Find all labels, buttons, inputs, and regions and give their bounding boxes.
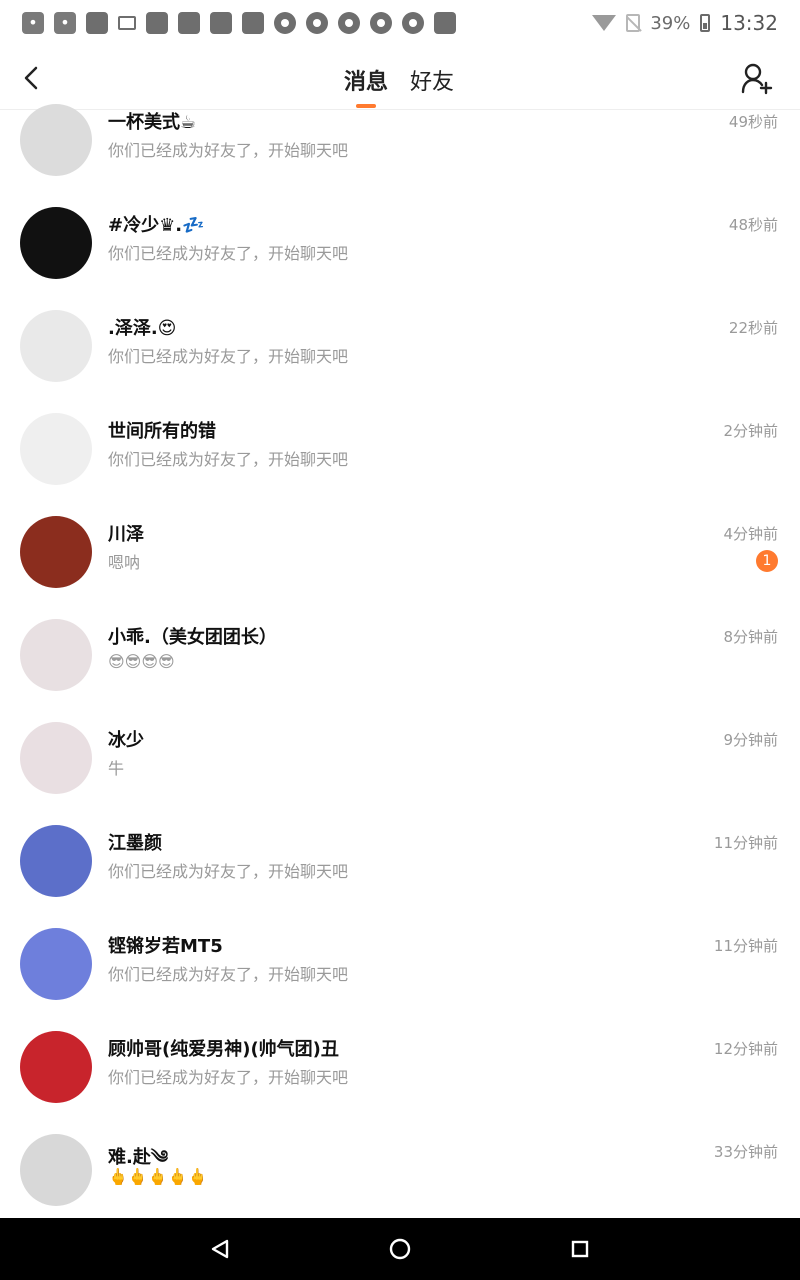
- triangle-back-icon: [211, 1239, 229, 1259]
- avatar[interactable]: [20, 207, 92, 279]
- chat-time: 48秒前: [728, 216, 778, 234]
- app-notification-icon: [242, 12, 264, 34]
- chat-row[interactable]: 一杯美式☕ 你们已经成为好友了，开始聊天吧 49秒前: [0, 104, 800, 207]
- chevron-left-icon: [24, 66, 38, 90]
- chat-preview: 😎😎😎😎: [108, 652, 175, 671]
- battery-percent: 39%: [650, 12, 691, 34]
- chat-name: 一杯美式☕: [108, 112, 197, 133]
- add-user-icon: [741, 63, 773, 95]
- square-recents-icon: [571, 1240, 589, 1258]
- nav-recents-button[interactable]: [560, 1229, 600, 1269]
- sim-card-icon: [118, 16, 136, 30]
- chat-time: 12分钟前: [713, 1040, 778, 1058]
- tab-friends[interactable]: 好友: [410, 64, 454, 96]
- avatar[interactable]: [20, 310, 92, 382]
- clock: 13:32: [720, 11, 778, 35]
- chat-time: 33分钟前: [713, 1143, 778, 1161]
- chat-row[interactable]: 江墨颜 你们已经成为好友了，开始聊天吧 11分钟前: [0, 825, 800, 928]
- chat-row[interactable]: 冰少 牛 9分钟前: [0, 722, 800, 825]
- avatar[interactable]: [20, 1134, 92, 1206]
- chat-name: 冰少: [108, 730, 144, 751]
- avatar[interactable]: [20, 619, 92, 691]
- app-notification-icon: [146, 12, 168, 34]
- chat-preview: 你们已经成为好友了，开始聊天吧: [108, 244, 349, 263]
- system-nav-bar: [0, 1218, 800, 1280]
- chat-row[interactable]: 顾帅哥(纯爱男神)(帅气团)丑 你们已经成为好友了，开始聊天吧 12分钟前: [0, 1031, 800, 1134]
- unread-badge: 1: [756, 550, 778, 572]
- chat-time: 49秒前: [728, 113, 778, 131]
- wifi-icon: [592, 15, 617, 31]
- notification-icons: [22, 12, 456, 34]
- aperture-icon: [274, 12, 296, 34]
- tab-messages[interactable]: 消息: [344, 64, 388, 108]
- chat-row[interactable]: 川泽 嗯呐 4分钟前 1: [0, 516, 800, 619]
- status-bar: 39% 13:32: [0, 0, 800, 46]
- chat-row[interactable]: #冷少♛.💤 你们已经成为好友了，开始聊天吧 48秒前: [0, 207, 800, 310]
- status-right: 39% 13:32: [592, 11, 778, 35]
- chat-preview: 嗯呐: [108, 553, 141, 572]
- chat-time: 11分钟前: [713, 937, 778, 955]
- chat-name: 顾帅哥(纯爱男神)(帅气团)丑: [108, 1039, 339, 1060]
- chat-row[interactable]: 铿锵岁若MT5 你们已经成为好友了，开始聊天吧 11分钟前: [0, 928, 800, 1031]
- chat-preview: 牛: [108, 759, 125, 778]
- chat-time: 9分钟前: [723, 731, 778, 749]
- aperture-icon: [338, 12, 360, 34]
- avatar[interactable]: [20, 722, 92, 794]
- avatar[interactable]: [20, 104, 92, 176]
- chat-name: 川泽: [108, 524, 144, 545]
- chat-time: 11分钟前: [713, 834, 778, 852]
- avatar[interactable]: [20, 1031, 92, 1103]
- chat-name: 世间所有的错: [108, 421, 216, 442]
- aperture-icon: [402, 12, 424, 34]
- chat-preview: 你们已经成为好友了，开始聊天吧: [108, 1068, 349, 1087]
- tab-bar: 消息 好友: [344, 64, 454, 108]
- chat-preview: 你们已经成为好友了，开始聊天吧: [108, 347, 349, 366]
- chat-time: 2分钟前: [723, 422, 778, 440]
- nav-home-button[interactable]: [380, 1229, 420, 1269]
- circle-home-icon: [389, 1238, 411, 1260]
- avatar[interactable]: [20, 825, 92, 897]
- chat-name: 江墨颜: [108, 833, 162, 854]
- top-header: 消息 好友: [0, 46, 800, 110]
- nav-back-button[interactable]: [200, 1229, 240, 1269]
- image-icon: [434, 12, 456, 34]
- avatar[interactable]: [20, 516, 92, 588]
- chat-preview: 你们已经成为好友了，开始聊天吧: [108, 141, 349, 160]
- chat-preview: 你们已经成为好友了，开始聊天吧: [108, 450, 349, 469]
- chat-time: 22秒前: [728, 319, 778, 337]
- avatar[interactable]: [20, 928, 92, 1000]
- chat-preview: 你们已经成为好友了，开始聊天吧: [108, 862, 349, 881]
- chat-row[interactable]: 小乖.（美女团团长） 😎😎😎😎 8分钟前: [0, 619, 800, 722]
- aperture-icon: [370, 12, 392, 34]
- paw-icon: [54, 12, 76, 34]
- back-button[interactable]: [14, 60, 50, 96]
- app-notification-icon: [210, 12, 232, 34]
- chat-preview: 你们已经成为好友了，开始聊天吧: [108, 965, 349, 984]
- aperture-icon: [306, 12, 328, 34]
- no-sim-icon: [626, 14, 641, 32]
- chat-name: 小乖.（美女团团长）: [108, 627, 277, 648]
- add-friend-button[interactable]: [740, 62, 774, 96]
- chat-row[interactable]: .泽泽.😍 你们已经成为好友了，开始聊天吧 22秒前: [0, 310, 800, 413]
- chat-name: .泽泽.😍: [108, 318, 177, 339]
- chat-preview: 🖕🖕🖕🖕🖕: [108, 1167, 208, 1186]
- app-notification-icon: [86, 12, 108, 34]
- chat-time: 4分钟前: [723, 525, 778, 543]
- chat-row[interactable]: 世间所有的错 你们已经成为好友了，开始聊天吧 2分钟前: [0, 413, 800, 516]
- paw-icon: [22, 12, 44, 34]
- battery-icon: [700, 14, 711, 32]
- chat-time: 8分钟前: [723, 628, 778, 646]
- chat-name: #冷少♛.💤: [108, 215, 205, 236]
- app-notification-icon: [178, 12, 200, 34]
- chat-name: 铿锵岁若MT5: [108, 936, 223, 957]
- avatar[interactable]: [20, 413, 92, 485]
- chat-list: 一杯美式☕ 你们已经成为好友了，开始聊天吧 49秒前 #冷少♛.💤 你们已经成为…: [0, 104, 800, 1237]
